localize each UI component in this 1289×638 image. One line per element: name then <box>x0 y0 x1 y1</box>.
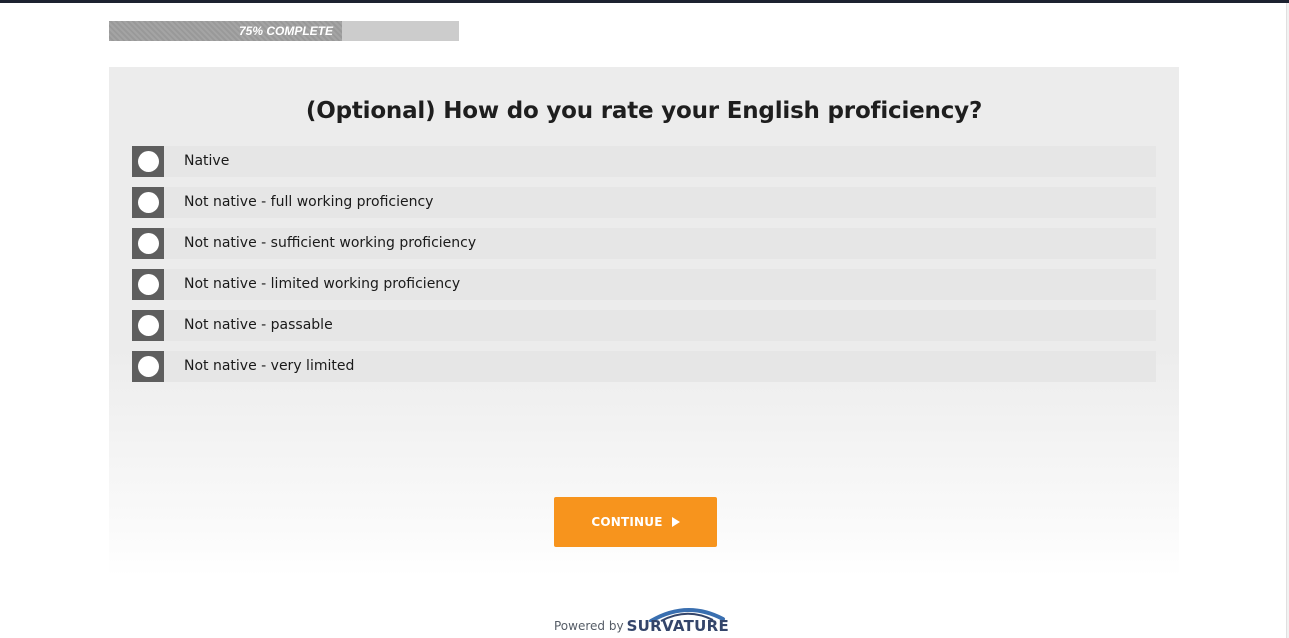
radio-button[interactable] <box>132 146 164 177</box>
radio-circle-icon <box>138 356 159 377</box>
answer-options: Native Not native - full working profici… <box>132 146 1156 392</box>
radio-circle-icon <box>138 315 159 336</box>
top-bar <box>0 0 1289 3</box>
answer-option-native[interactable]: Native <box>132 146 1156 177</box>
answer-option-passable[interactable]: Not native - passable <box>132 310 1156 341</box>
continue-button[interactable]: CONTINUE <box>554 497 717 547</box>
radio-button[interactable] <box>132 310 164 341</box>
answer-option-sufficient-working[interactable]: Not native - sufficient working proficie… <box>132 228 1156 259</box>
radio-circle-icon <box>138 151 159 172</box>
continue-button-label: CONTINUE <box>591 515 663 529</box>
answer-option-label: Native <box>184 153 230 169</box>
question-panel: (Optional) How do you rate your English … <box>109 67 1179 577</box>
powered-by-text: Powered by <box>554 619 624 633</box>
radio-button[interactable] <box>132 228 164 259</box>
progress-bar: 75% COMPLETE <box>109 21 459 41</box>
radio-circle-icon <box>138 192 159 213</box>
answer-option-full-working[interactable]: Not native - full working proficiency <box>132 187 1156 218</box>
answer-option-label: Not native - sufficient working proficie… <box>184 235 477 251</box>
answer-option-label: Not native - limited working proficiency <box>184 276 461 292</box>
question-title: (Optional) How do you rate your English … <box>305 98 983 124</box>
radio-button[interactable] <box>132 269 164 300</box>
play-icon <box>671 517 680 527</box>
radio-button[interactable] <box>132 187 164 218</box>
answer-option-very-limited[interactable]: Not native - very limited <box>132 351 1156 382</box>
answer-option-limited-working[interactable]: Not native - limited working proficiency <box>132 269 1156 300</box>
radio-button[interactable] <box>132 351 164 382</box>
footer: Powered by SURVATURE <box>554 606 739 636</box>
radio-circle-icon <box>138 233 159 254</box>
answer-option-label: Not native - passable <box>184 317 333 333</box>
radio-circle-icon <box>138 274 159 295</box>
answer-option-label: Not native - very limited <box>184 358 355 374</box>
answer-option-label: Not native - full working proficiency <box>184 194 434 210</box>
brand-name: SURVATURE <box>626 617 730 635</box>
survature-logo[interactable]: SURVATURE <box>627 606 739 636</box>
progress-label: 75% COMPLETE <box>239 24 334 38</box>
